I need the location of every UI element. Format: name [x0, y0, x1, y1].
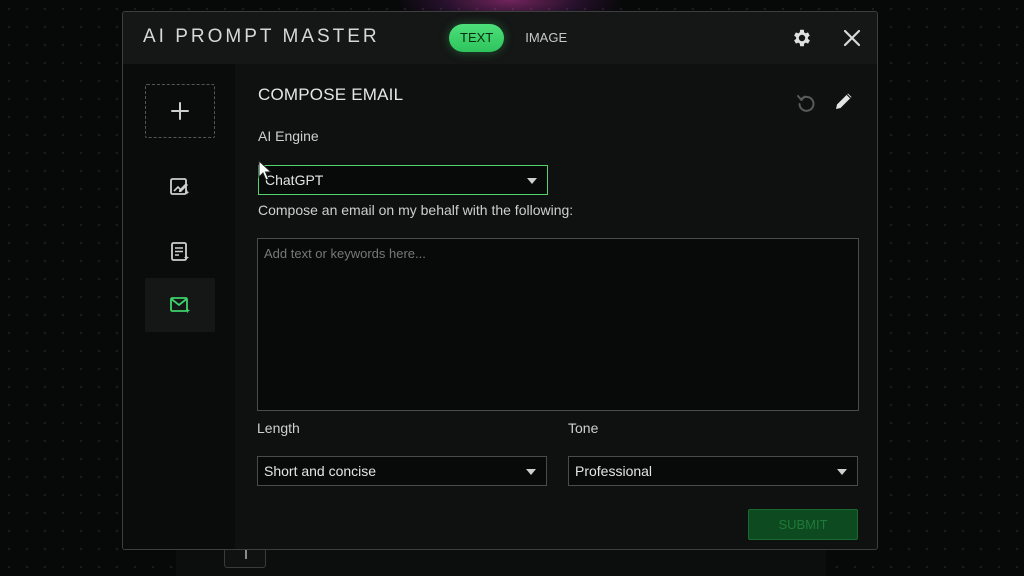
app-title: AI PROMPT MASTER: [143, 26, 380, 47]
caret-down-icon: [527, 178, 537, 184]
pencil-icon: [836, 93, 852, 109]
sidebar-item-text-prompt[interactable]: [145, 225, 215, 279]
app-panel: AI PROMPT MASTER TEXT IMAGE COMPOSE EMAI…: [122, 11, 878, 550]
tab-image[interactable]: IMAGE: [514, 24, 578, 52]
close-button[interactable]: [839, 25, 865, 51]
section-title: COMPOSE EMAIL: [258, 85, 404, 104]
close-icon: [843, 29, 861, 47]
tone-label: Tone: [568, 420, 599, 436]
compose-email-form: COMPOSE EMAIL AI Engine ChatGPT Compose …: [235, 64, 877, 549]
tone-value: Professional: [575, 463, 653, 479]
settings-button[interactable]: [789, 25, 815, 51]
plus-icon: [171, 102, 189, 120]
tab-text[interactable]: TEXT: [449, 24, 505, 52]
compose-prompt-label: Compose an email on my behalf with the f…: [258, 202, 574, 218]
reset-button[interactable]: [795, 92, 817, 114]
length-value: Short and concise: [264, 463, 377, 479]
ai-engine-label: AI Engine: [258, 128, 319, 144]
ai-engine-value: ChatGPT: [265, 172, 324, 188]
length-label: Length: [257, 420, 300, 436]
sidebar-item-compose-email[interactable]: [145, 278, 215, 332]
mode-tabs: TEXT IMAGE: [449, 24, 578, 52]
ai-engine-select[interactable]: ChatGPT: [258, 165, 548, 195]
new-prompt-button[interactable]: [145, 84, 215, 138]
caret-down-icon: [526, 469, 536, 475]
document-edit-icon: [171, 242, 190, 261]
edit-button[interactable]: [833, 90, 857, 114]
gear-icon: [794, 29, 810, 47]
compose-prompt-input[interactable]: [257, 238, 859, 411]
mail-edit-icon: [170, 297, 191, 314]
caret-down-icon: [837, 469, 847, 475]
sidebar-item-image-prompt[interactable]: [145, 160, 215, 214]
length-select[interactable]: Short and concise: [257, 456, 547, 486]
tone-select[interactable]: Professional: [568, 456, 858, 486]
background-window: [176, 548, 826, 576]
mouse-cursor-icon: [258, 160, 272, 181]
sidebar: [123, 64, 235, 549]
submit-button[interactable]: SUBMIT: [748, 509, 858, 540]
image-edit-icon: [170, 178, 190, 195]
header-bar: AI PROMPT MASTER TEXT IMAGE: [123, 12, 877, 64]
undo-icon: [797, 95, 815, 112]
